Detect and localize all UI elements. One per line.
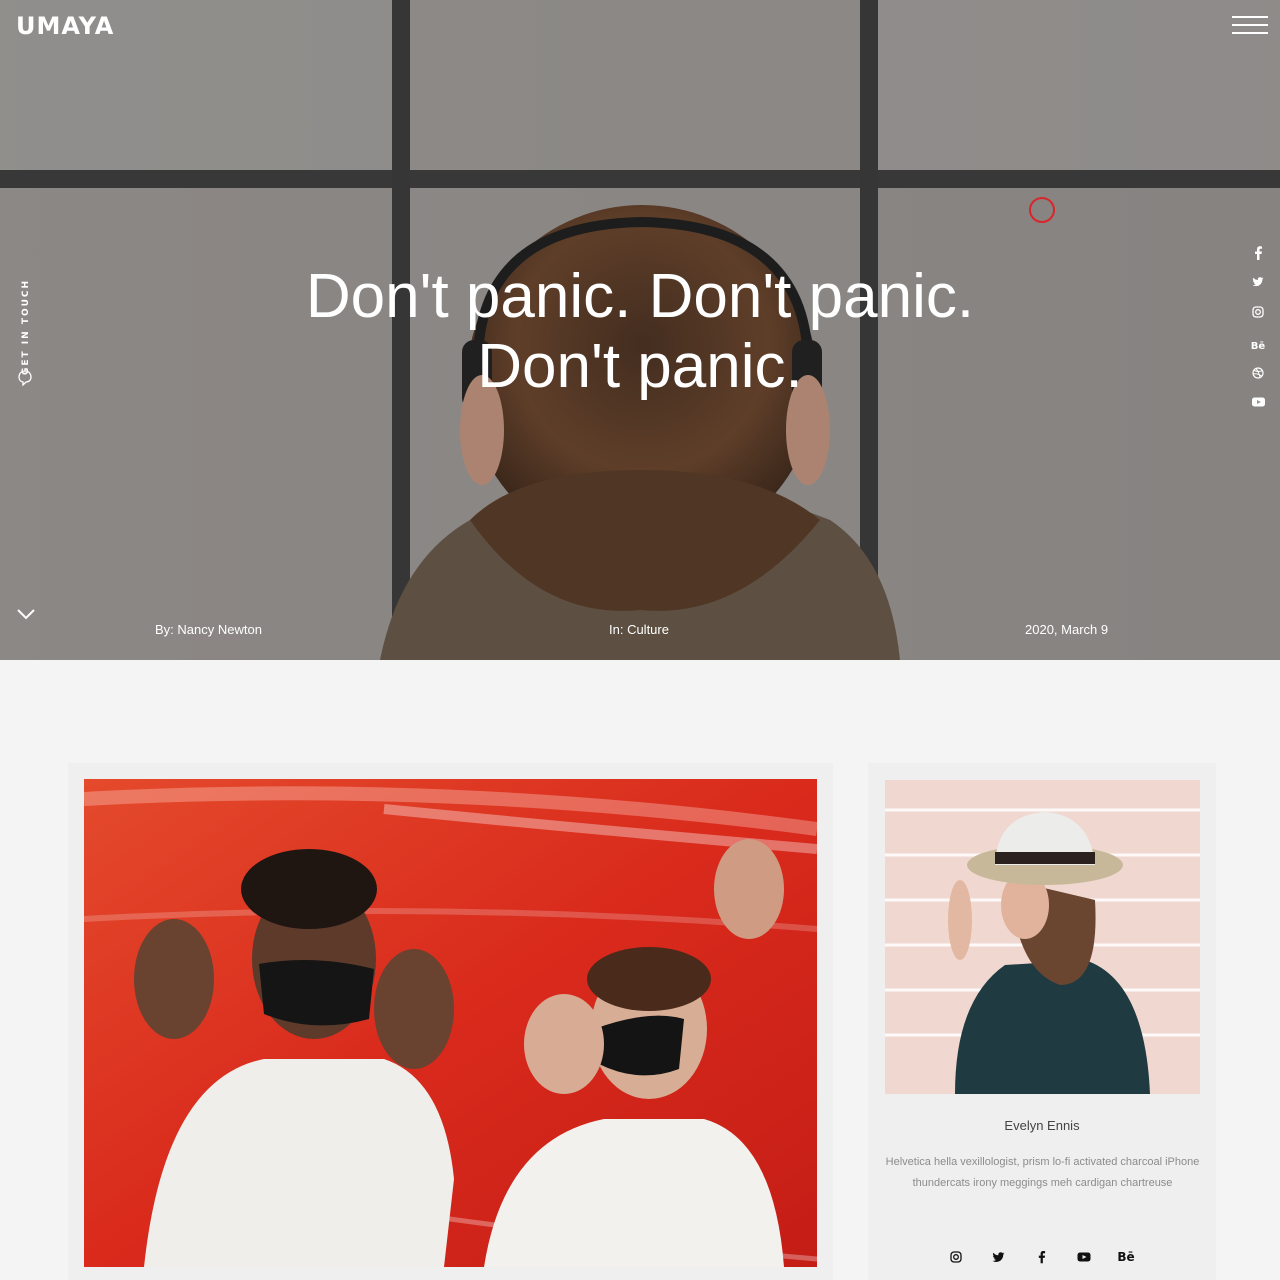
twitter-icon[interactable] <box>1248 276 1268 296</box>
menu-bar <box>1232 32 1268 34</box>
facebook-icon[interactable] <box>1031 1247 1051 1267</box>
hero-section: UMAYA GET IN TOUCH Don't panic. Don't pa… <box>0 0 1280 660</box>
social-rail: Bē <box>1248 244 1268 427</box>
post-author[interactable]: By: Nancy Newton <box>155 622 262 637</box>
title-line-1: Don't panic. Don't panic. <box>305 262 975 331</box>
instagram-icon[interactable] <box>946 1247 966 1267</box>
youtube-icon[interactable] <box>1248 397 1268 417</box>
article-featured-image[interactable] <box>84 779 817 1267</box>
behance-icon[interactable]: Bē <box>1116 1247 1136 1267</box>
post-category[interactable]: In: Culture <box>609 622 669 637</box>
author-name[interactable]: Evelyn Ennis <box>868 1118 1216 1133</box>
article-card <box>68 763 833 1280</box>
youtube-icon[interactable] <box>1074 1247 1094 1267</box>
author-social-links: Bē <box>946 1247 1136 1267</box>
instagram-icon[interactable] <box>1248 306 1268 326</box>
twitter-icon[interactable] <box>989 1247 1009 1267</box>
brand-logo[interactable]: UMAYA <box>16 12 114 40</box>
behance-icon[interactable]: Bē <box>1248 337 1268 357</box>
author-avatar[interactable] <box>885 780 1200 1094</box>
get-in-touch-link[interactable]: GET IN TOUCH <box>14 266 38 390</box>
facebook-icon[interactable] <box>1248 246 1268 266</box>
menu-bar <box>1232 16 1268 18</box>
chevron-down-icon[interactable] <box>16 604 36 624</box>
get-in-touch-label: GET IN TOUCH <box>21 278 31 375</box>
title-line-2: Don't panic. <box>477 332 803 401</box>
post-date: 2020, March 9 <box>1025 622 1109 637</box>
chat-bubble-icon <box>18 370 32 390</box>
menu-bar <box>1232 24 1268 26</box>
cursor-ring-icon <box>1029 197 1055 223</box>
hamburger-menu-icon[interactable] <box>1232 16 1268 36</box>
author-card: Evelyn Ennis Helvetica hella vexillologi… <box>868 763 1216 1280</box>
author-bio: Helvetica hella vexillologist, prism lo-… <box>885 1156 1200 1189</box>
dribbble-icon[interactable] <box>1248 367 1268 387</box>
page-title: Don't panic. Don't panic. Don't panic. <box>240 262 1040 402</box>
